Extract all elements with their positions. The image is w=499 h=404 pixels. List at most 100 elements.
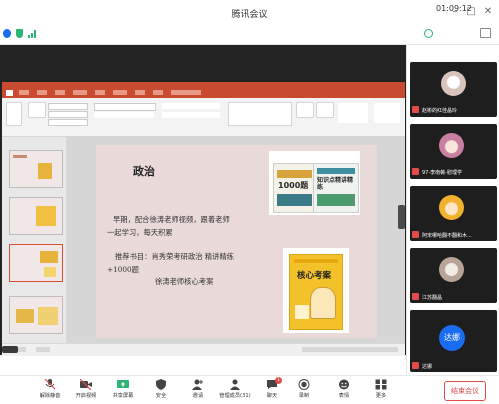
chat-label: 聊天 — [266, 393, 278, 399]
book-cover-image: 核心考案 — [283, 248, 349, 333]
reset-button[interactable] — [48, 111, 88, 118]
mic-muted-icon — [412, 231, 419, 238]
unmute-label: 解除静音 — [39, 393, 61, 399]
ppt-tab-review[interactable] — [135, 90, 145, 95]
record-icon — [298, 379, 310, 390]
avatar — [439, 195, 464, 220]
mic-muted-icon — [412, 168, 419, 175]
unmute-button[interactable]: 解除静音 — [34, 379, 66, 399]
layout-dropdown[interactable] — [48, 103, 88, 110]
ppt-tell-me[interactable] — [171, 90, 201, 95]
close-icon[interactable]: ✕ — [482, 6, 494, 18]
ppt-ribbon — [2, 98, 405, 137]
avatar — [439, 133, 464, 158]
section-button[interactable] — [48, 119, 88, 126]
slide-text-line: 推荐书目：肖秀荣考研政治 精讲精练 — [115, 252, 235, 261]
mic-muted-icon — [44, 379, 56, 390]
slide-thumbnail[interactable] — [9, 197, 63, 235]
ppt-file-tab[interactable] — [6, 90, 13, 96]
slide-text-line: 徐涛老师核心考案 — [155, 277, 214, 286]
timer-icon — [424, 29, 433, 38]
emoji-button[interactable]: 表情 — [328, 379, 360, 399]
book-label: 1000题 — [278, 181, 309, 190]
invite-button[interactable]: 邀请 — [182, 379, 214, 399]
annotate-icon[interactable] — [2, 346, 18, 353]
slide-thumbnail-selected[interactable] — [9, 244, 63, 282]
new-slide-button[interactable] — [28, 102, 46, 118]
ppt-ribbon-tabs — [2, 89, 405, 98]
invite-icon — [192, 379, 203, 390]
shape-format-buttons[interactable] — [338, 103, 368, 123]
ppt-tab-transitions[interactable] — [73, 90, 87, 95]
slide-thumbnail[interactable] — [9, 150, 63, 188]
participant-name: 江苏翻晶 — [422, 295, 443, 301]
slide-text-line: 一起学习，每天积累 — [107, 228, 173, 237]
participant-name: 达娜 — [422, 364, 433, 370]
share-screen-label: 共享屏幕 — [112, 393, 134, 399]
paste-button[interactable] — [6, 102, 22, 126]
emoji-icon — [339, 379, 349, 390]
end-meeting-button[interactable]: 结束会议 — [444, 381, 486, 401]
app-title: 腾讯会议 — [231, 10, 268, 20]
avatar — [439, 257, 464, 282]
font-format-buttons[interactable] — [94, 112, 154, 118]
ppt-tab-animations[interactable] — [95, 90, 105, 95]
participant-name: 赵彬的红佳晶玲 — [422, 108, 458, 114]
quick-styles-button[interactable] — [316, 102, 334, 118]
book-subtitle: 知识点精讲精练 — [317, 177, 354, 191]
layout-icon[interactable] — [480, 28, 491, 38]
ppt-tab-insert[interactable] — [37, 90, 47, 95]
more-icon — [375, 379, 387, 390]
signal-icon — [28, 30, 37, 40]
emoji-label: 表情 — [338, 393, 350, 399]
font-name-select[interactable] — [94, 103, 156, 111]
manage-members-label: 管理成员(31) — [219, 393, 251, 399]
share-screen-button[interactable]: 共享屏幕 — [107, 379, 139, 399]
avatar — [441, 71, 466, 96]
security-button[interactable]: 安全 — [145, 379, 177, 399]
start-video-button[interactable]: 开启视频 — [70, 379, 102, 399]
book-label: 核心考案 — [297, 271, 332, 281]
start-video-label: 开启视频 — [75, 393, 97, 399]
ppt-tab-home[interactable] — [19, 90, 29, 95]
ppt-tab-slideshow[interactable] — [113, 90, 127, 95]
share-screen-icon — [117, 380, 129, 388]
chat-badge: 1 — [275, 377, 282, 384]
slide-thumbnail[interactable] — [9, 296, 63, 334]
ppt-status-bar — [2, 343, 405, 356]
book-cover-image: 1000题 知识点精讲精练 — [269, 151, 360, 215]
shapes-gallery[interactable] — [228, 102, 292, 126]
members-icon — [230, 379, 240, 390]
ppt-tab-design[interactable] — [55, 90, 65, 95]
chat-button[interactable]: 聊天 — [256, 379, 288, 399]
record-label: 录制 — [298, 393, 310, 399]
editing-buttons[interactable] — [374, 103, 400, 123]
more-label: 更多 — [375, 393, 387, 399]
manage-members-button[interactable]: 管理成员(31) — [219, 379, 251, 399]
participant-name: 97-李南薇-慰理学 — [422, 170, 462, 176]
participant-name: 阿宋哪哈翻不翻和木... — [422, 233, 472, 239]
more-button[interactable]: 更多 — [365, 379, 397, 399]
invite-label: 邀请 — [192, 393, 204, 399]
zoom-controls[interactable] — [302, 347, 398, 352]
slide-title: 政治 — [133, 165, 155, 178]
ppt-tab-view[interactable] — [153, 90, 163, 95]
paragraph-buttons[interactable] — [162, 103, 220, 109]
video-off-icon — [80, 379, 92, 390]
slide-text-line: +1000题 — [107, 265, 139, 274]
ppt-title-bar — [2, 82, 405, 89]
shield-icon — [156, 379, 166, 390]
meeting-info-icon[interactable] — [3, 29, 11, 38]
mic-muted-icon — [412, 293, 419, 300]
security-label: 安全 — [155, 393, 167, 399]
meeting-timer: 01:09:12 — [436, 4, 472, 13]
align-buttons[interactable] — [162, 112, 220, 118]
avatar: 达娜 — [439, 325, 465, 351]
arrange-button[interactable] — [296, 102, 314, 118]
collapse-sidebar-button[interactable] — [398, 205, 405, 229]
slide-text-line: 早期，配合徐涛老师视频，跟着老师 — [113, 215, 230, 224]
shield-icon[interactable] — [16, 29, 23, 38]
mic-muted-icon — [412, 106, 419, 113]
mic-muted-icon — [412, 362, 419, 369]
record-button[interactable]: 录制 — [288, 379, 320, 399]
